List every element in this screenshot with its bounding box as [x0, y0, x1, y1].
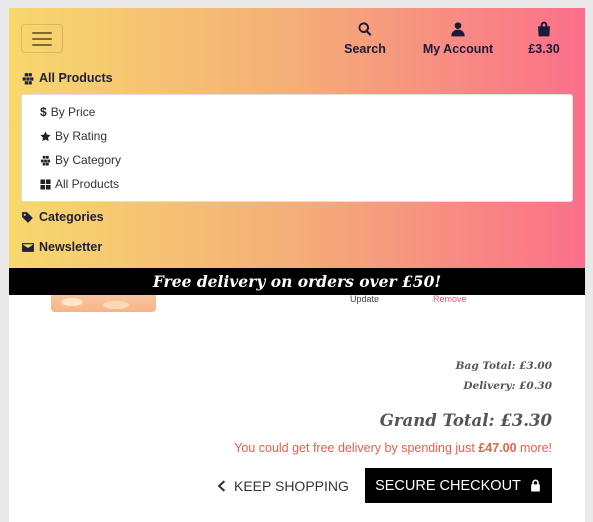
dropdown-item-label: By Price [50, 105, 96, 119]
dropdown-item-by-category[interactable]: By Category [40, 153, 121, 167]
free-delivery-suffix: more! [516, 441, 552, 455]
delivery-cost: Delivery: £0.30 [463, 380, 552, 392]
dollar-icon: $ [40, 105, 47, 119]
my-account-label: My Account [422, 42, 494, 56]
product-image[interactable] [51, 295, 156, 312]
free-delivery-message: You could get free delivery by spending … [234, 441, 552, 455]
nav-all-products[interactable]: All Products [21, 71, 113, 85]
free-delivery-banner: Free delivery on orders over £50! [9, 268, 585, 295]
shopping-bag-icon [523, 20, 565, 40]
envelope-icon [22, 242, 34, 252]
dropdown-item-by-price[interactable]: $ By Price [40, 105, 95, 119]
dropdown-item-label: By Category [55, 153, 122, 167]
menu-icon-bar [32, 31, 52, 34]
nav-categories[interactable]: Categories [21, 210, 104, 224]
search-label: Search [344, 42, 386, 56]
nav-newsletter-label: Newsletter [39, 240, 103, 254]
grid-icon [40, 178, 51, 190]
cart-total-label: £3.30 [528, 42, 560, 56]
grand-total: Grand Total: £3.30 [379, 411, 552, 430]
free-delivery-amount: £47.00 [478, 441, 517, 455]
dropdown-item-label: All Products [55, 177, 120, 191]
tags-icon [22, 211, 33, 223]
dropdown-item-by-rating[interactable]: By Rating [40, 129, 107, 143]
cubes-icon [22, 72, 34, 84]
keep-shopping-link[interactable]: KEEP SHOPPING [216, 475, 349, 497]
menu-icon-bar [32, 43, 52, 46]
update-quantity-link[interactable]: Update [350, 294, 379, 304]
secure-checkout-label: SECURE CHECKOUT [375, 477, 521, 494]
chevron-left-icon [217, 480, 226, 492]
cart-button[interactable]: £3.30 [523, 20, 565, 56]
lock-icon [531, 479, 540, 492]
nav-all-products-label: All Products [39, 71, 113, 85]
menu-toggle-button[interactable] [21, 24, 63, 53]
nav-categories-label: Categories [39, 210, 104, 224]
nav-newsletter[interactable]: Newsletter [21, 240, 102, 254]
remove-item-link[interactable]: Remove [433, 294, 467, 304]
search-icon [344, 20, 386, 40]
free-delivery-prefix: You could get free delivery by spending … [234, 441, 479, 455]
dropdown-item-label: By Rating [55, 129, 108, 143]
site-header: Search My Account £3.30 All Products $ B… [9, 8, 585, 268]
dropdown-item-all-products[interactable]: All Products [40, 177, 119, 191]
secure-checkout-button[interactable]: SECURE CHECKOUT [365, 468, 552, 503]
keep-shopping-label: KEEP SHOPPING [234, 478, 349, 494]
search-button[interactable]: Search [344, 20, 386, 56]
bag-total: Bag Total: £3.00 [455, 360, 552, 372]
cubes-icon [40, 155, 51, 166]
products-dropdown-menu: $ By Price By Rating By Category All Pro… [21, 94, 573, 202]
my-account-button[interactable]: My Account [420, 20, 496, 56]
menu-icon-bar [32, 37, 52, 40]
user-icon [420, 20, 496, 40]
star-icon [40, 130, 51, 141]
